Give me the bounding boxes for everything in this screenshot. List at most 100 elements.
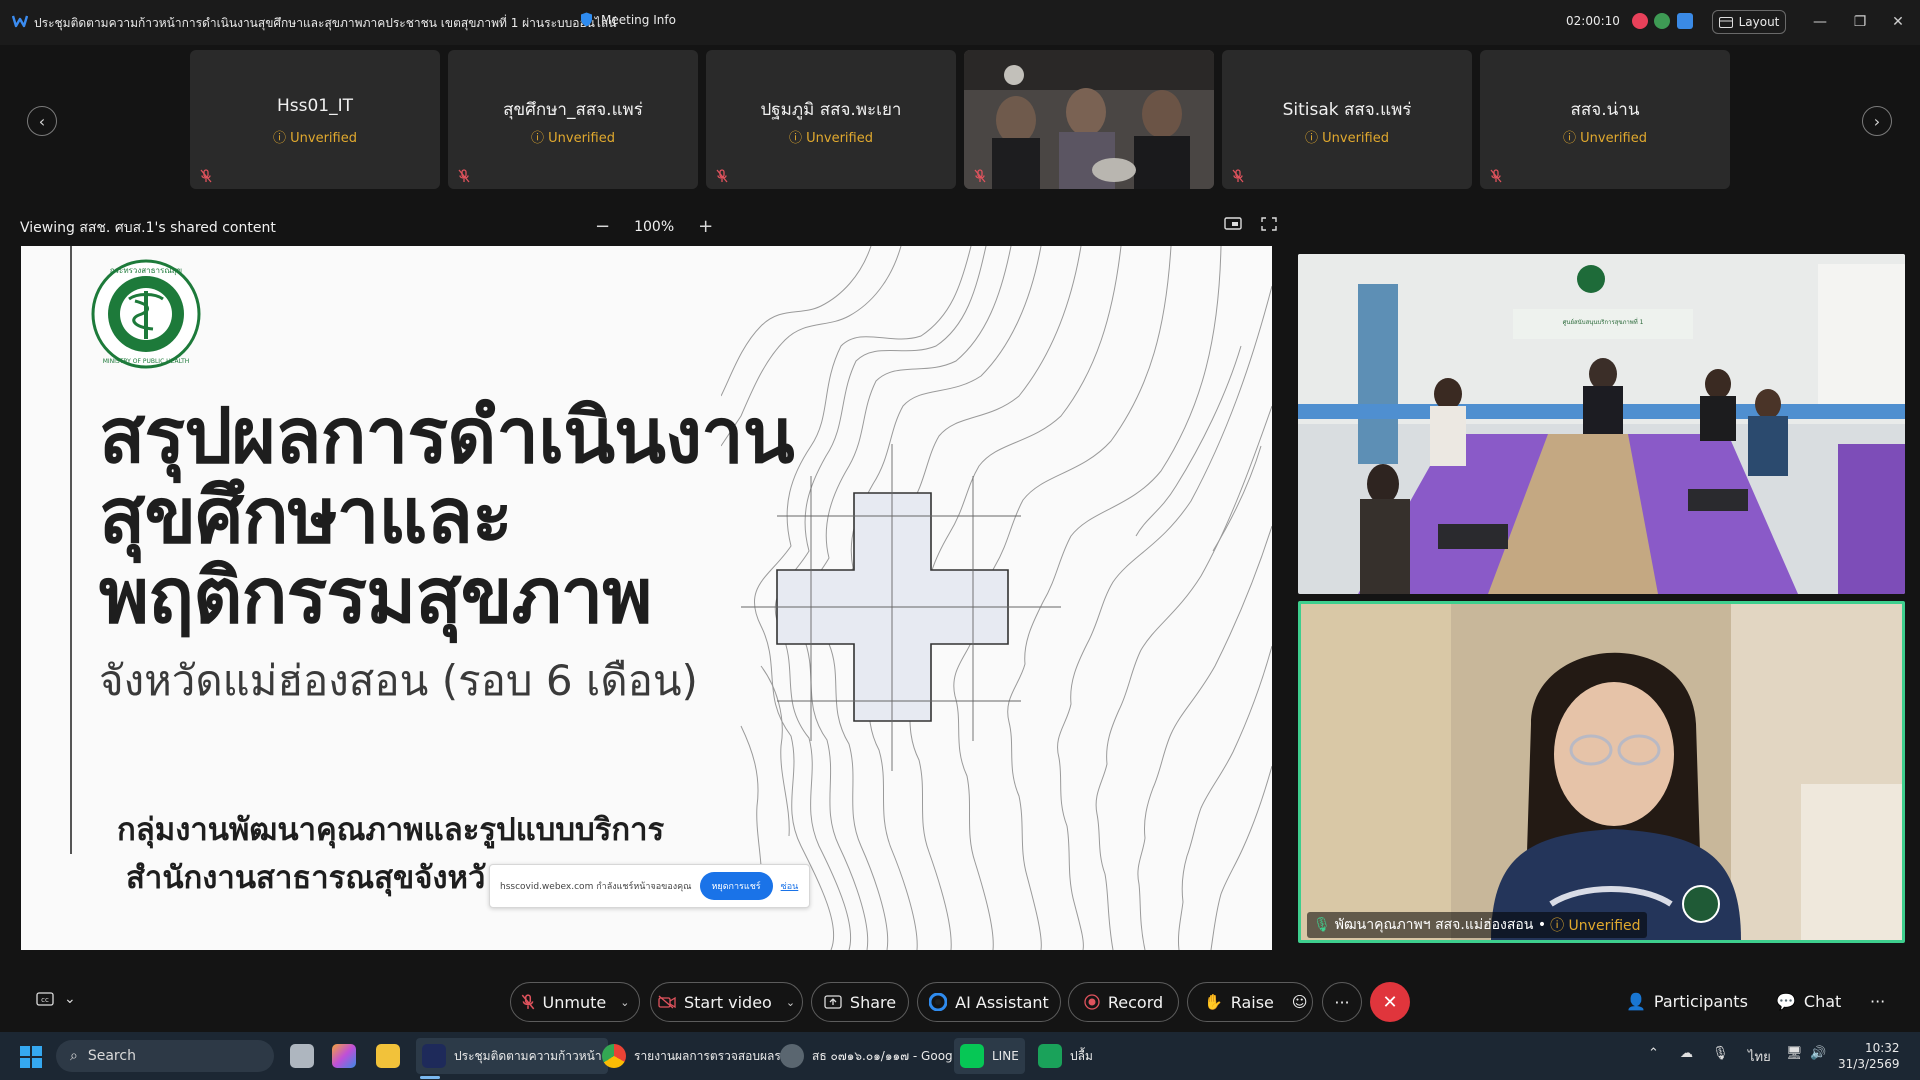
taskbar-app-label: ปลื้ม [1070, 1048, 1093, 1063]
taskbar-app-webex[interactable]: ประชุมติดตามความก้าวหน้า [416, 1038, 608, 1074]
system-clock[interactable]: 10:32 31/3/2569 [1838, 1040, 1900, 1072]
participant-tile[interactable]: Sitisak สสจ.แพร่ ⓘ Unverified [1222, 50, 1472, 189]
shared-slide: กระทรวงสาธารณสุข MINISTRY OF PUBLIC HEAL… [21, 246, 1272, 950]
ministry-of-public-health-logo: กระทรวงสาธารณสุข MINISTRY OF PUBLIC HEAL… [91, 259, 201, 369]
participant-tile[interactable]: สสจ.น่าน ⓘ Unverified [1480, 50, 1730, 189]
meeting-info-label: Meeting Info [601, 12, 676, 27]
overflow-menu-button[interactable]: ··· [1870, 992, 1885, 1011]
unverified-badge: ⓘ Unverified [1563, 131, 1647, 146]
speaker-name-label: 🎙 พัฒนาคุณภาพฯ สสจ.แม่ฮ่องสอน • ⓘ Unveri… [1307, 912, 1647, 938]
chat-icon: 💬 [1776, 992, 1796, 1011]
mic-muted-icon [1490, 169, 1502, 183]
reactions-icon[interactable]: ☺ [1292, 993, 1308, 1011]
record-button[interactable]: Record [1068, 982, 1179, 1022]
taskbar-app-chrome[interactable]: รายงานผลการตรวจสอบผลร [602, 1038, 781, 1074]
slide-subtitle: จังหวัดแม่ฮ่องสอน (รอบ 6 เดือน) [99, 656, 698, 705]
active-speaker-video-tile[interactable]: 🎙 พัฒนาคุณภาพฯ สสจ.แม่ฮ่องสอน • ⓘ Unveri… [1298, 601, 1905, 943]
fullscreen-icon[interactable] [1260, 216, 1278, 232]
participants-label: Participants [1653, 992, 1748, 1011]
taskbar-app-chrome-docs[interactable]: สธ ๐๗๑๖.๐๑/๑๑๗ - Goog [780, 1038, 953, 1074]
copilot-icon[interactable] [332, 1038, 356, 1074]
layout-button[interactable]: Layout [1712, 10, 1786, 34]
unverified-badge: ⓘ Unverified [273, 131, 357, 146]
clock-date: 31/3/2569 [1838, 1057, 1900, 1071]
chevron-down-icon: ⌄ [785, 995, 796, 1009]
participant-video-feed [964, 50, 1214, 189]
hide-link[interactable]: ซ่อน [781, 879, 799, 893]
pop-out-icon[interactable] [1224, 216, 1242, 232]
volume-icon[interactable]: 🔊 [1810, 1046, 1826, 1061]
restore-icon[interactable]: ❐ [1848, 12, 1872, 32]
search-icon: ⌕ [70, 1048, 78, 1064]
mic-icon[interactable]: 🎙 [1712, 1046, 1729, 1061]
stop-sharing-button[interactable]: หยุดการแชร์ [699, 872, 773, 900]
language-indicator[interactable]: ไทย [1748, 1046, 1771, 1067]
network-status-icon[interactable] [1654, 13, 1670, 29]
screen-sharing-notification: hsscovid.webex.com กำลังแชร์หน้าจอของคุณ… [489, 864, 810, 908]
ai-assistant-icon [929, 993, 948, 1011]
more-options-button[interactable]: ··· [1322, 982, 1362, 1022]
mic-muted-icon [521, 994, 534, 1010]
raise-hand-button[interactable]: ✋ Raise ☺ [1187, 982, 1313, 1022]
room-video-tile[interactable]: ศูนย์สนับสนุนบริการสุขภาพที่ 1 [1298, 254, 1905, 594]
participant-tile[interactable]: สุขศึกษา_สสจ.แพร่ ⓘ Unverified [448, 50, 698, 189]
taskbar-app-label: สธ ๐๗๑๖.๐๑/๑๑๗ - Goog [812, 1048, 953, 1063]
unverified-badge: ⓘ Unverified [1305, 131, 1389, 146]
unmute-button[interactable]: Unmute ⌄ [510, 982, 640, 1022]
taskbar-app-label: LINE [992, 1049, 1019, 1063]
onedrive-icon[interactable]: ☁ [1680, 1046, 1693, 1061]
record-icon [1084, 994, 1100, 1010]
svg-text:MINISTRY OF PUBLIC HEALTH: MINISTRY OF PUBLIC HEALTH [103, 358, 190, 365]
captions-icon: cc [36, 992, 54, 1006]
chrome-icon [602, 1044, 626, 1068]
file-explorer-icon[interactable] [376, 1038, 400, 1074]
close-window-icon[interactable]: ✕ [1886, 12, 1910, 32]
zoom-out-button[interactable]: − [595, 216, 610, 237]
minimize-icon[interactable]: — [1808, 12, 1832, 32]
participant-tile[interactable]: ปฐมภูมิ สสจ.พะเยา ⓘ Unverified [706, 50, 956, 189]
svg-text:cc: cc [41, 996, 49, 1004]
participant-video-tile[interactable] [964, 50, 1214, 189]
unverified-badge: ⓘ Unverified [531, 131, 615, 146]
chat-button[interactable]: 💬 Chat [1776, 992, 1841, 1011]
strip-next-button[interactable]: › [1862, 106, 1892, 136]
app-share-icon[interactable] [1677, 13, 1693, 29]
participants-icon: 👤 [1626, 992, 1646, 1011]
line-icon [960, 1044, 984, 1068]
chevron-up-icon[interactable]: ⌃ [1648, 1046, 1659, 1061]
mic-icon: 🎙 [1313, 917, 1331, 933]
share-button[interactable]: Share [811, 982, 909, 1022]
captions-button[interactable]: cc ⌄ [36, 991, 76, 1007]
strip-prev-button[interactable]: ‹ [27, 106, 57, 136]
start-video-button[interactable]: Start video ⌄ [650, 982, 803, 1022]
windows-start-icon[interactable] [20, 1046, 42, 1068]
network-icon[interactable]: 🖥 [1786, 1046, 1803, 1061]
layout-label: Layout [1738, 15, 1780, 29]
taskbar-app-green[interactable]: ปลื้ม [1038, 1038, 1093, 1074]
meeting-info-button[interactable]: Meeting Info [580, 12, 676, 27]
start-video-label: Start video [683, 992, 772, 1012]
participant-tile[interactable]: Hss01_IT ⓘ Unverified [190, 50, 440, 189]
zoom-controls: − 100% + [595, 216, 713, 237]
participant-name: สุขศึกษา_สสจ.แพร่ [503, 100, 643, 120]
search-label: Search [87, 1048, 136, 1064]
mic-muted-icon [1232, 169, 1244, 183]
layout-icon [1718, 16, 1733, 28]
chrome-profile-icon [780, 1044, 804, 1068]
active-speaker-video-feed [1301, 604, 1902, 940]
taskbar-app-line[interactable]: LINE [954, 1038, 1025, 1074]
video-off-icon [658, 995, 676, 1009]
clock-time: 10:32 [1864, 1041, 1900, 1055]
participants-button[interactable]: 👤 Participants [1626, 992, 1748, 1011]
zoom-in-button[interactable]: + [698, 216, 713, 237]
slide-title: สรุปผลการดำเนินงาน สุขศึกษาและ พฤติกรรมส… [99, 396, 795, 640]
taskbar-search[interactable]: ⌕ Search [56, 1040, 274, 1072]
task-view-icon[interactable] [290, 1038, 314, 1074]
meeting-timer: 02:00:10 [1566, 14, 1620, 28]
ai-assistant-button[interactable]: AI Assistant [917, 982, 1061, 1022]
leave-meeting-button[interactable]: ✕ [1370, 982, 1410, 1022]
recording-indicator-icon[interactable] [1632, 13, 1648, 29]
zoom-level[interactable]: 100% [634, 219, 674, 235]
slide-title-line: พฤติกรรมสุขภาพ [99, 551, 652, 640]
province-contour-map [721, 246, 1272, 950]
